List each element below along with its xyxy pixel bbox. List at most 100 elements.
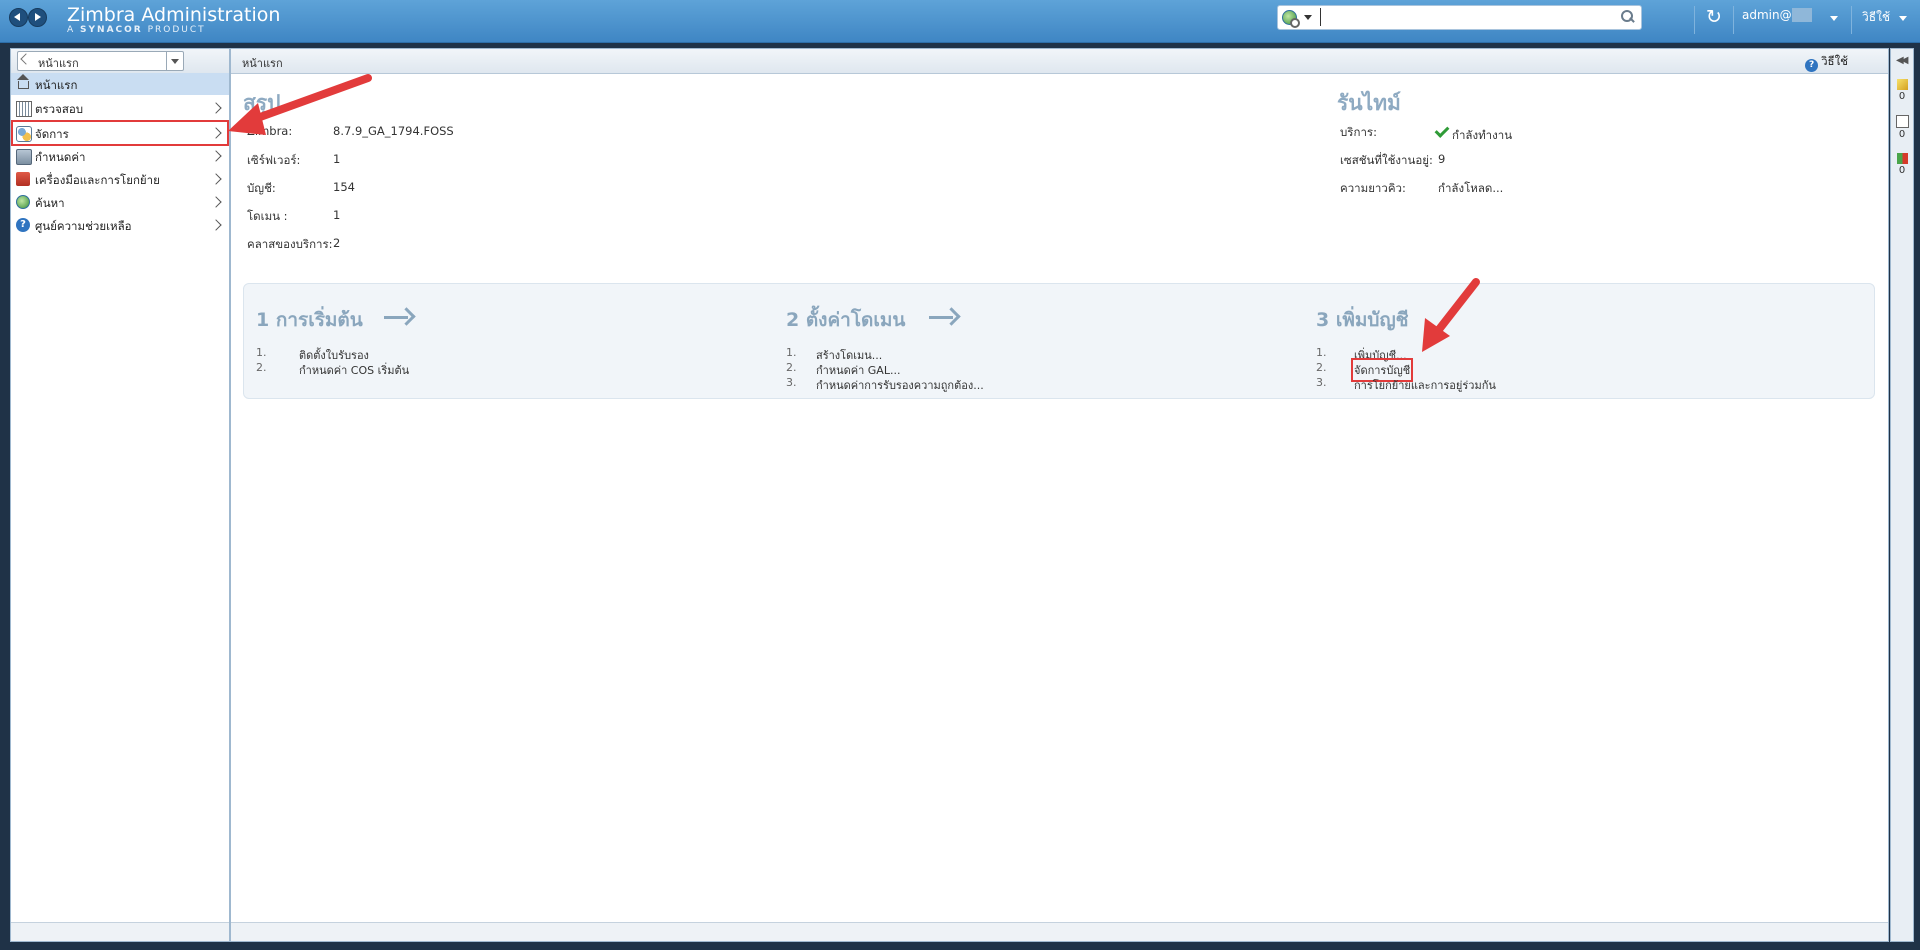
step-link-default-cos[interactable]: กำหนดค่า COS เริ่มต้น bbox=[299, 361, 409, 379]
chevron-down-icon[interactable] bbox=[166, 52, 183, 70]
step-link-migration-coexistence[interactable]: การโยกย้ายและการอยู่ร่วมกัน bbox=[1354, 376, 1496, 394]
help-icon: ? bbox=[16, 218, 30, 232]
step-number: 3. bbox=[786, 376, 797, 389]
check-icon bbox=[1434, 123, 1450, 138]
runtime-title: รันไทม์ bbox=[1337, 91, 1401, 115]
step-number: 2. bbox=[786, 361, 797, 374]
summary-label: เซิร์ฟเวอร์: bbox=[247, 153, 301, 167]
nav-item-help-center[interactable]: ? ศูนย์ความช่วยเหลือ bbox=[11, 214, 229, 236]
counter-value: 0 bbox=[1898, 91, 1906, 102]
step-number: 1. bbox=[786, 346, 797, 359]
nav-item-label: กำหนดค่า bbox=[35, 150, 86, 164]
notes-counter[interactable]: 0 bbox=[1891, 79, 1913, 102]
runtime-label: เซสชันที่ใช้งานอยู่: bbox=[1340, 153, 1433, 167]
step-number: 1. bbox=[1316, 346, 1327, 359]
app-title: Zimbra Administration bbox=[67, 4, 281, 26]
status-flag-icon bbox=[1896, 153, 1908, 164]
summary-value: 1 bbox=[333, 208, 341, 222]
chevron-right-icon bbox=[210, 102, 222, 114]
step-number: 1. bbox=[256, 346, 267, 359]
chevron-down-icon[interactable] bbox=[1899, 16, 1907, 21]
pencil-note-icon bbox=[1896, 79, 1908, 90]
search-globe-icon bbox=[1282, 10, 1300, 28]
summary-value: 2 bbox=[333, 236, 341, 250]
summary-value: 1 bbox=[333, 152, 341, 166]
nav-item-manage[interactable]: จัดการ bbox=[11, 120, 229, 146]
runtime-label: ความยาวคิว: bbox=[1340, 181, 1406, 195]
search-scope-dropdown[interactable] bbox=[1282, 9, 1312, 28]
refresh-icon[interactable]: ↻ bbox=[1703, 6, 1725, 28]
home-dropdown-label: หน้าแรก bbox=[38, 57, 79, 70]
header-divider bbox=[1851, 6, 1852, 34]
search-globe-icon bbox=[16, 195, 30, 209]
search-input[interactable] bbox=[1320, 8, 1591, 26]
chevron-down-icon bbox=[1304, 15, 1312, 20]
step-number: 2. bbox=[1316, 361, 1327, 374]
subtitle-suffix: PRODUCT bbox=[147, 25, 206, 35]
back-arrow-icon[interactable] bbox=[9, 8, 28, 27]
nav-item-label: หน้าแรก bbox=[35, 78, 78, 92]
summary-value: 154 bbox=[333, 180, 355, 194]
subtitle-brand: SYNACOR bbox=[80, 25, 143, 35]
monitor-chart-icon bbox=[16, 101, 32, 117]
main-content-panel: หน้าแรก ? วิธีใช้ สรุป Zimbra: 8.7.9_GA_1… bbox=[230, 48, 1889, 942]
chevron-down-icon[interactable] bbox=[1830, 16, 1838, 21]
user-menu[interactable]: admin@ bbox=[1742, 8, 1812, 22]
task-list-icon bbox=[1895, 115, 1909, 128]
help-label: วิธีใช้ bbox=[1821, 54, 1848, 68]
content-footer bbox=[231, 922, 1888, 941]
step-link-configure-auth[interactable]: กำหนดค่าการรับรองความถูกต้อง... bbox=[816, 376, 984, 394]
summary-value: 8.7.9_GA_1794.FOSS bbox=[333, 124, 454, 138]
forward-arrow-icon[interactable] bbox=[28, 8, 47, 27]
step-number: 2. bbox=[256, 361, 267, 374]
help-menu[interactable]: วิธีใช้ bbox=[1862, 8, 1890, 27]
user-domain-mask bbox=[1791, 8, 1812, 22]
toolbox-icon bbox=[16, 172, 30, 186]
navigation-tree-panel: หน้าแรก หน้าแรก ตรวจสอบ จัดการ กำหนดค่า … bbox=[10, 48, 230, 942]
home-dropdown[interactable]: หน้าแรก bbox=[17, 51, 184, 71]
nav-item-home[interactable]: หน้าแรก bbox=[11, 73, 229, 95]
nav-item-label: ศูนย์ความช่วยเหลือ bbox=[35, 219, 132, 233]
manage-users-icon bbox=[16, 126, 32, 142]
step-number: 3. bbox=[1316, 376, 1327, 389]
nav-item-configure[interactable]: กำหนดค่า bbox=[11, 145, 229, 167]
nav-item-label: ตรวจสอบ bbox=[35, 102, 84, 116]
summary-title: สรุป bbox=[243, 91, 281, 115]
nav-item-monitor[interactable]: ตรวจสอบ bbox=[11, 97, 229, 119]
content-header: หน้าแรก ? วิธีใช้ bbox=[231, 49, 1888, 74]
search-icon[interactable] bbox=[1619, 9, 1635, 25]
runtime-value: กำลังโหลด... bbox=[1438, 181, 1504, 195]
chevron-left-icon[interactable] bbox=[20, 53, 32, 65]
header-divider bbox=[1694, 6, 1695, 34]
summary-label: บัญชี: bbox=[247, 181, 276, 195]
step-title: 2 ตั้งค่าโดเมน bbox=[786, 309, 906, 331]
counter-value: 0 bbox=[1898, 165, 1906, 176]
alerts-counter[interactable]: 0 bbox=[1891, 153, 1913, 176]
chevron-right-icon bbox=[210, 219, 222, 231]
nav-item-label: ค้นหา bbox=[35, 196, 65, 210]
runtime-value: 9 bbox=[1438, 152, 1446, 166]
nav-item-search[interactable]: ค้นหา bbox=[11, 191, 229, 213]
tree-header: หน้าแรก bbox=[11, 49, 229, 74]
nav-item-tools[interactable]: เครื่องมือและการโยกย้าย bbox=[11, 168, 229, 190]
service-status: กำลังทำงาน bbox=[1452, 128, 1513, 142]
help-button[interactable]: ? วิธีใช้ bbox=[1805, 53, 1848, 72]
summary-label: โดเมน : bbox=[247, 209, 288, 223]
chevron-right-icon bbox=[210, 173, 222, 185]
nav-item-label: จัดการ bbox=[35, 127, 69, 141]
user-name: admin@ bbox=[1742, 8, 1792, 22]
runtime-label: บริการ: bbox=[1340, 125, 1377, 139]
arrow-right-icon bbox=[929, 310, 959, 326]
app-subtitle: A SYNACOR PRODUCT bbox=[67, 25, 206, 35]
header-divider bbox=[1733, 6, 1734, 34]
counter-value: 0 bbox=[1898, 129, 1906, 140]
tasks-counter[interactable]: 0 bbox=[1891, 115, 1913, 140]
collapse-icon[interactable]: ◀◀ bbox=[1896, 55, 1909, 66]
breadcrumb: หน้าแรก bbox=[242, 57, 283, 70]
step-title: 3 เพิ่มบัญชี bbox=[1316, 309, 1409, 331]
chevron-right-icon bbox=[210, 127, 222, 139]
right-side-panel: ◀◀ 0 0 0 bbox=[1890, 48, 1914, 942]
subtitle-prefix: A bbox=[67, 25, 76, 35]
nav-item-label: เครื่องมือและการโยกย้าย bbox=[35, 173, 160, 187]
tree-footer bbox=[11, 922, 229, 941]
